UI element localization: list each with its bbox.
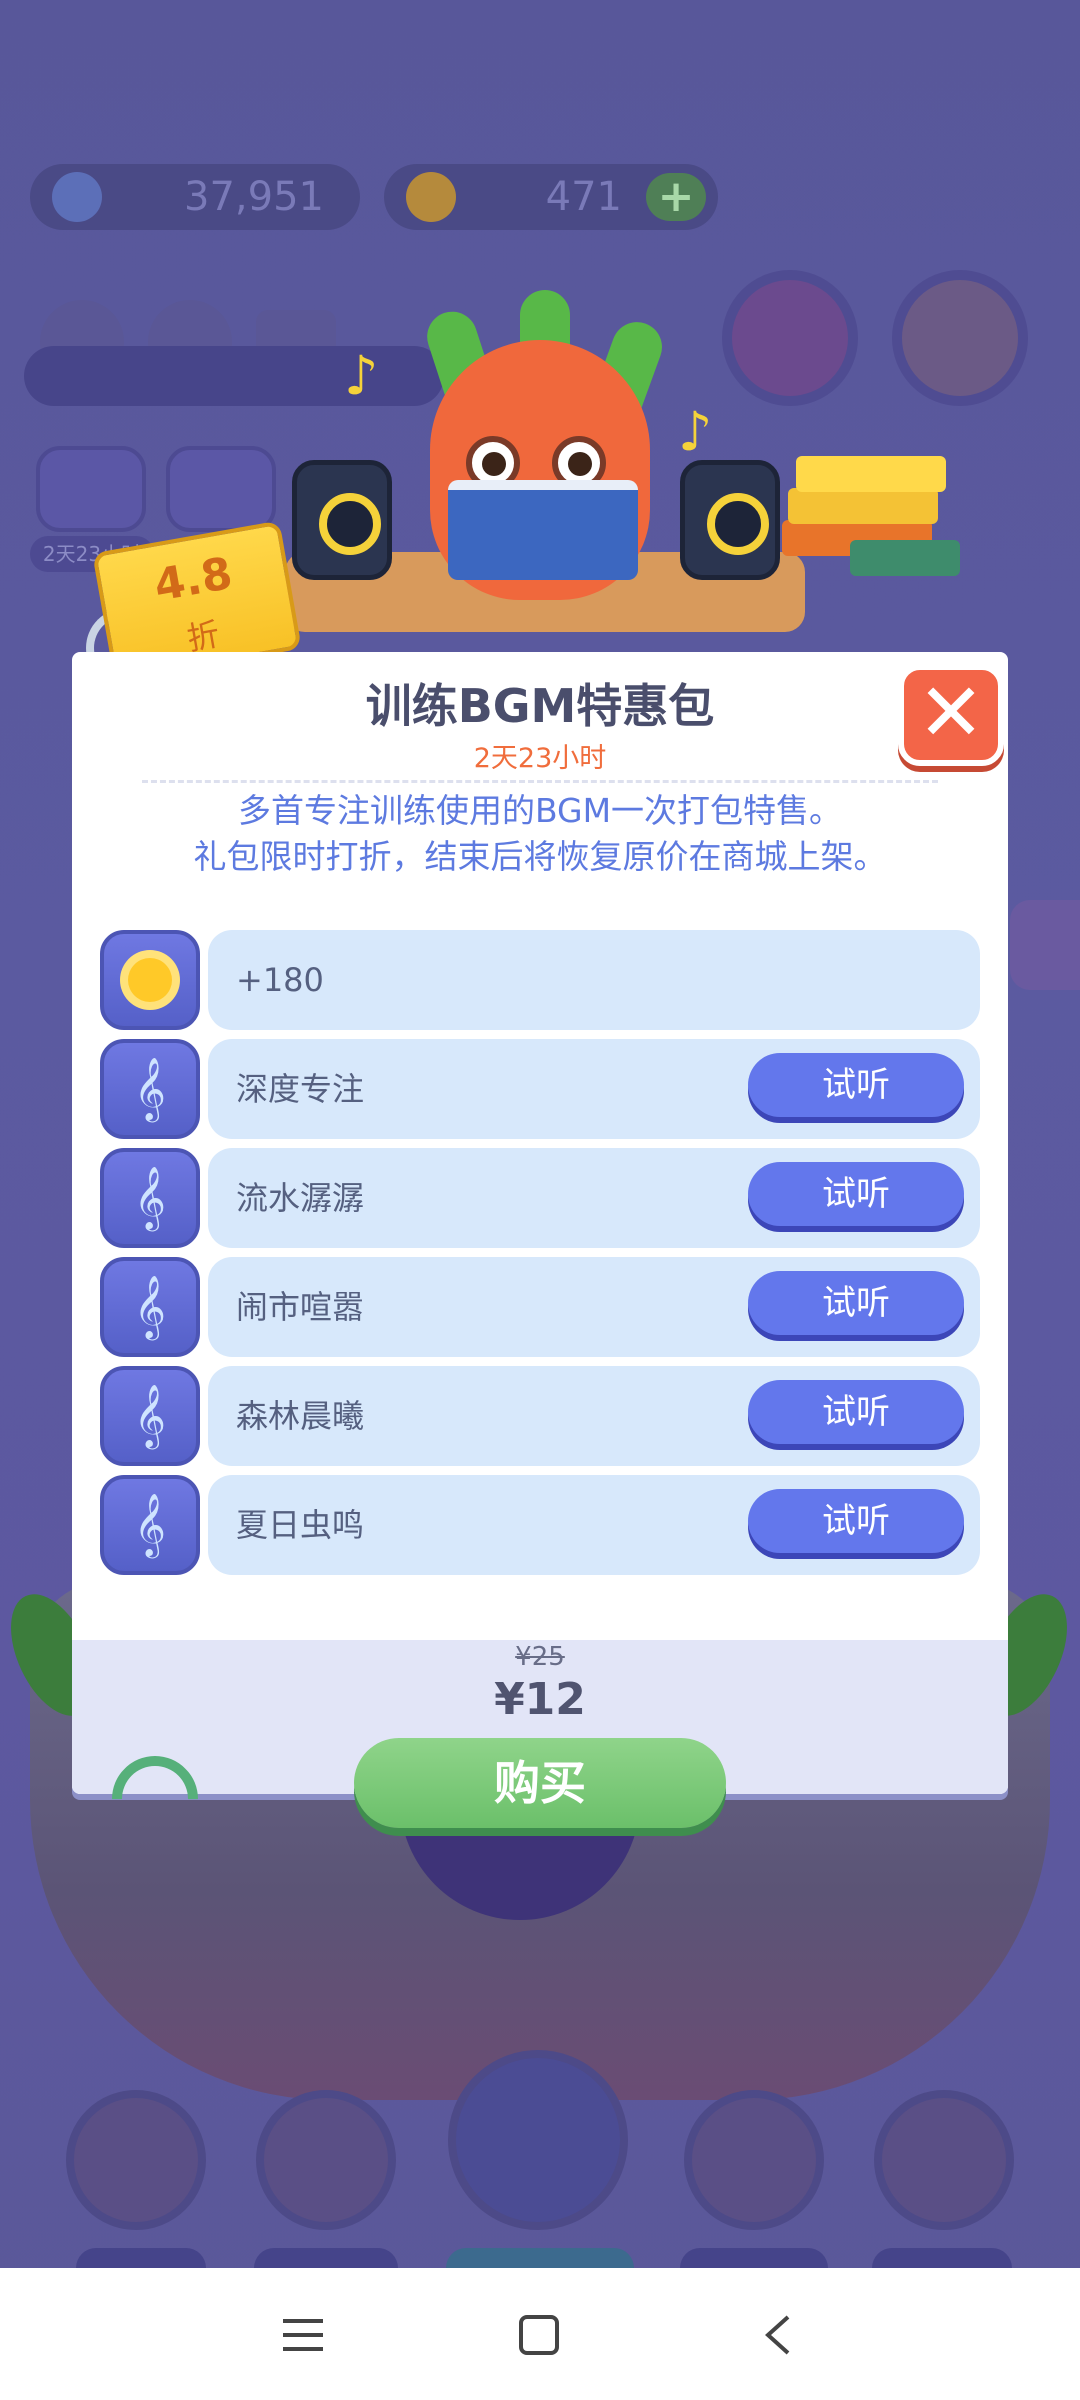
sun-counter: 471 + [384, 164, 718, 230]
item-label: 森林晨曦 [236, 1397, 365, 1435]
divider [142, 780, 938, 783]
side-widget[interactable] [1010, 900, 1080, 990]
add-sun-button[interactable]: + [646, 173, 706, 221]
shovel-nav-icon[interactable] [66, 2090, 206, 2230]
music-note-icon: 𝄞 [100, 1148, 200, 1248]
home-square-icon[interactable] [506, 2268, 572, 2400]
item-bar: 流水潺潺 试听 [208, 1148, 980, 1248]
list-item: 𝄞 流水潺潺 试听 [100, 1148, 980, 1248]
dialog-title: 训练BGM特惠包 [365, 679, 715, 733]
listen-button[interactable]: 试听 [748, 1489, 964, 1553]
sale-price: ¥12 [494, 1674, 586, 1725]
social-nav-icon[interactable] [874, 2090, 1014, 2230]
back-chevron-icon[interactable] [744, 2268, 810, 2400]
item-label: 深度专注 [236, 1070, 365, 1108]
music-note-icon: 𝄞 [100, 1257, 200, 1357]
book-stack-icon [788, 488, 938, 524]
listen-button[interactable]: 试听 [748, 1162, 964, 1226]
speaker-left-icon [292, 460, 392, 580]
list-item: 𝄞 森林晨曦 试听 [100, 1366, 980, 1466]
music-note-icon: ♪ [678, 400, 713, 463]
description-line: 礼包限时打折，结束后将恢复原价在商城上架。 [193, 837, 887, 876]
bottom-navigation [0, 2050, 1080, 2270]
bgm-pack-dialog: 训练BGM特惠包 2天23小时 多首专注训练使用的BGM一次打包特售。 礼包限时… [72, 652, 1008, 1794]
listen-button[interactable]: 试听 [748, 1380, 964, 1444]
sun-reward-icon [100, 930, 200, 1030]
original-price: ¥25 [515, 1642, 565, 1672]
sun-icon [128, 958, 172, 1002]
item-label: 流水潺潺 [236, 1179, 365, 1217]
music-note-icon: ♪ [344, 344, 379, 407]
sun-icon [406, 172, 456, 222]
music-note-icon: 𝄞 [100, 1475, 200, 1575]
list-item: +180 [100, 930, 980, 1030]
item-bar: 夏日虫鸣 试听 [208, 1475, 980, 1575]
dialog-timer: 2天23小时 [473, 743, 607, 774]
speaker-right-icon [680, 460, 780, 580]
item-bar: 深度专注 试听 [208, 1039, 980, 1139]
system-navigation-bar [0, 2268, 1080, 2400]
water-counter: 37,951 [30, 164, 360, 230]
list-item: 𝄞 闹市喧嚣 试听 [100, 1257, 980, 1357]
water-amount: 37,951 [184, 174, 324, 220]
menu-icon[interactable] [270, 2268, 336, 2400]
music-note-icon: 𝄞 [100, 1366, 200, 1466]
description-line: 多首专注训练使用的BGM一次打包特售。 [237, 791, 843, 830]
item-bar: 森林晨曦 试听 [208, 1366, 980, 1466]
music-note-icon: 𝄞 [100, 1039, 200, 1139]
item-label: +180 [236, 961, 324, 999]
item-list: +180 𝄞 深度专注 试听 𝄞 流水潺潺 试听 𝄞 闹市喧嚣 试听 � [100, 930, 980, 1584]
dialog-description: 多首专注训练使用的BGM一次打包特售。 礼包限时打折，结束后将恢复原价在商城上架… [102, 788, 978, 880]
open-book-icon [448, 480, 638, 580]
list-item: 𝄞 夏日虫鸣 试听 [100, 1475, 980, 1575]
item-bar: 闹市喧嚣 试听 [208, 1257, 980, 1357]
close-button[interactable]: ✕ [898, 664, 1004, 766]
book-stack-icon [850, 540, 960, 576]
buy-button[interactable]: 购买 [354, 1738, 726, 1828]
item-label: 夏日虫鸣 [236, 1506, 365, 1544]
water-drop-icon [52, 172, 102, 222]
water-nav-icon[interactable] [448, 2050, 628, 2230]
item-label: 闹市喧嚣 [236, 1288, 365, 1326]
friends-nav-icon[interactable] [684, 2090, 824, 2230]
listen-button[interactable]: 试听 [748, 1271, 964, 1335]
listen-button[interactable]: 试听 [748, 1053, 964, 1117]
book-stack-icon [796, 456, 946, 492]
sun-amount: 471 [545, 174, 622, 220]
item-bar: +180 [208, 930, 980, 1030]
list-item: 𝄞 深度专注 试听 [100, 1039, 980, 1139]
tasks-nav-icon[interactable] [256, 2090, 396, 2230]
